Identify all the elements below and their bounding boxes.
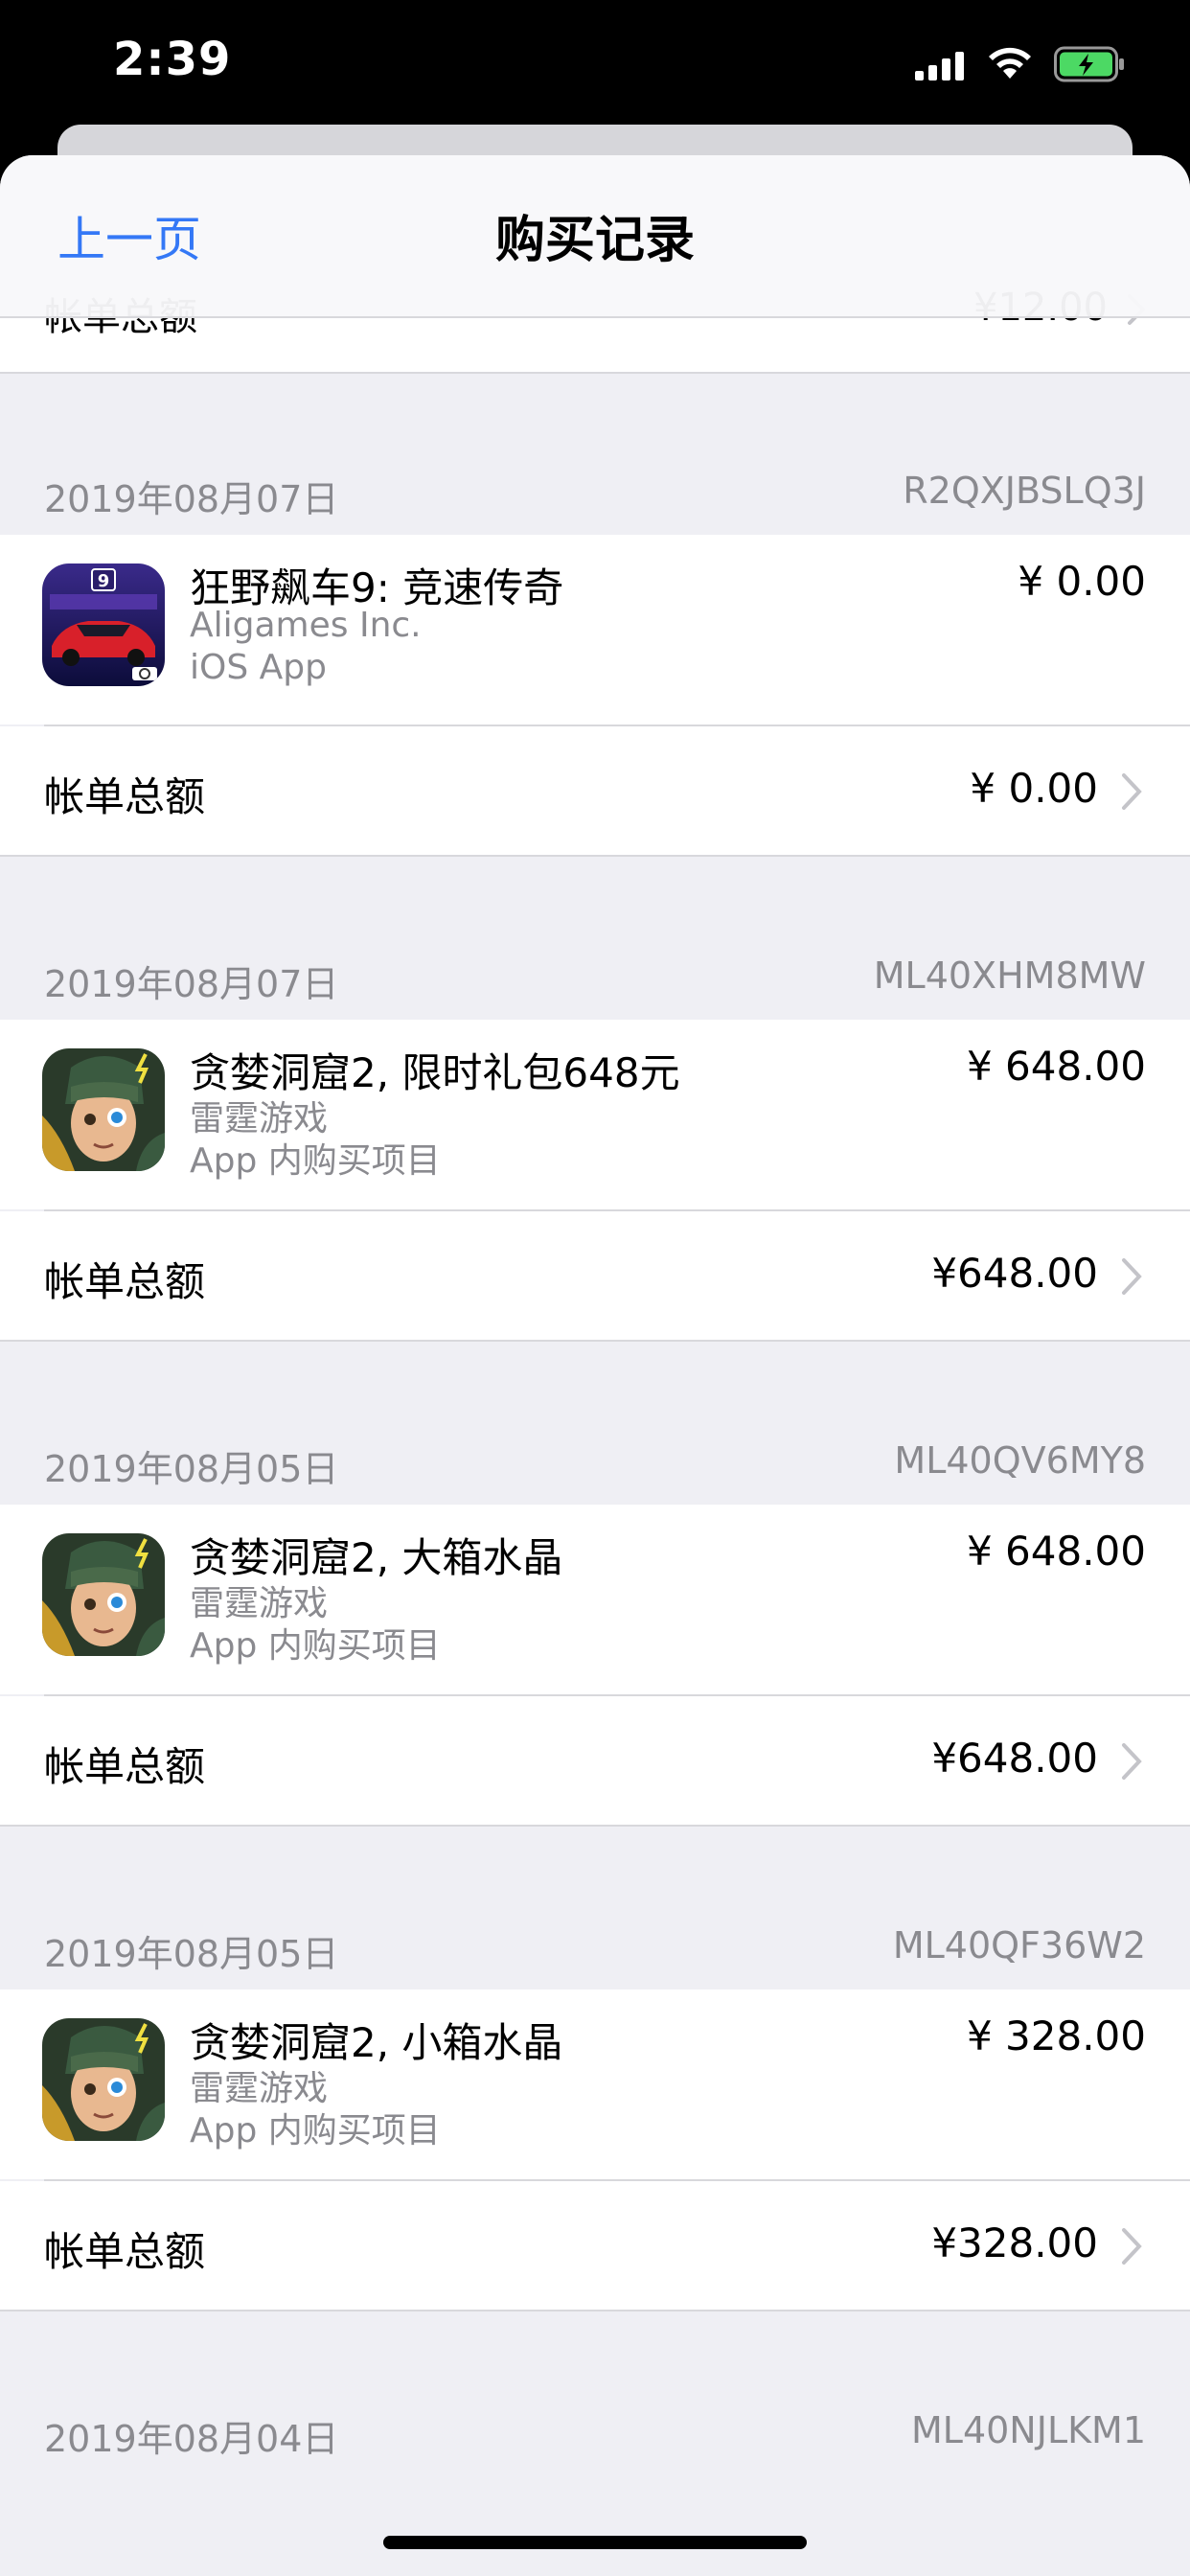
- item-developer: Aligames Inc.: [190, 606, 422, 645]
- bill-total-amount: ¥648.00: [931, 1735, 1098, 1782]
- purchase-item-row[interactable]: 贪婪洞窟2, 大箱水晶 雷霆游戏 App 内购买项目 ¥ 648.00: [0, 1505, 1190, 1694]
- bill-total-label: 帐单总额: [44, 2228, 206, 2275]
- purchase-date: 2019年08月04日: [44, 2418, 339, 2460]
- item-kind: App 内购买项目: [190, 2111, 441, 2150]
- page-title: 购买记录: [494, 212, 695, 269]
- status-bar: 2:39: [0, 0, 1190, 134]
- purchase-item-row[interactable]: 贪婪洞窟2, 小箱水晶 雷霆游戏 App 内购买项目 ¥ 328.00: [0, 1990, 1190, 2179]
- cave-hero-app-icon: [42, 1533, 165, 1656]
- bill-total-row[interactable]: 帐单总额 ¥648.00: [0, 1696, 1190, 1827]
- chevron-right-icon: [1122, 1743, 1142, 1780]
- purchase-history-sheet: 上一页 购买记录 帐单总额 ¥12.00 2019年08月07日 R2QXJBS…: [0, 155, 1190, 2576]
- purchase-date: 2019年08月07日: [44, 963, 339, 1005]
- wifi-icon: [989, 47, 1031, 79]
- navigation-bar: 上一页 购买记录: [0, 155, 1190, 318]
- status-time: 2:39: [113, 33, 232, 86]
- item-price: ¥ 648.00: [966, 1528, 1146, 1575]
- bill-total-label: 帐单总额: [44, 1743, 206, 1790]
- order-id: ML40XHM8MW: [873, 954, 1146, 997]
- bill-total-amount: ¥648.00: [931, 1250, 1098, 1297]
- section-header: 2019年08月04日 ML40NJLKM1: [0, 2313, 1190, 2474]
- bill-total-amount: ¥ 0.00: [970, 765, 1098, 812]
- order-id: ML40QV6MY8: [894, 1439, 1146, 1482]
- section-header: 2019年08月07日 R2QXJBSLQ3J: [0, 374, 1190, 537]
- section-header: 2019年08月07日 ML40XHM8MW: [0, 859, 1190, 1022]
- order-id: ML40QF36W2: [892, 1924, 1146, 1966]
- battery-charging-icon: [1054, 46, 1124, 82]
- purchase-item-row[interactable]: 9 狂野飙车9: 竞速传奇 Aligames Inc. iOS App ¥ 0.…: [0, 535, 1190, 724]
- item-price: ¥ 0.00: [1018, 558, 1146, 605]
- chevron-right-icon: [1122, 773, 1142, 810]
- home-indicator[interactable]: [383, 2536, 807, 2549]
- cave-hero-app-icon: [42, 2018, 165, 2141]
- racing-car-app-icon: 9: [42, 564, 165, 686]
- item-price: ¥ 648.00: [966, 1043, 1146, 1090]
- item-kind: iOS App: [190, 648, 327, 687]
- bill-total-row[interactable]: 帐单总额 ¥328.00: [0, 2181, 1190, 2312]
- bill-total-row[interactable]: 帐单总额 ¥648.00: [0, 1211, 1190, 1342]
- section-header: 2019年08月05日 ML40QV6MY8: [0, 1344, 1190, 1506]
- section-header: 2019年08月05日 ML40QF36W2: [0, 1828, 1190, 1991]
- bill-total-amount: ¥328.00: [931, 2220, 1098, 2266]
- order-id: R2QXJBSLQ3J: [903, 470, 1146, 512]
- purchase-date: 2019年08月07日: [44, 478, 339, 520]
- order-id: ML40NJLKM1: [911, 2409, 1146, 2451]
- bill-total-label: 帐单总额: [44, 1258, 206, 1305]
- purchase-date: 2019年08月05日: [44, 1448, 339, 1490]
- svg-text:9: 9: [98, 571, 110, 591]
- purchase-item-row[interactable]: 贪婪洞窟2, 限时礼包648元 雷霆游戏 App 内购买项目 ¥ 648.00: [0, 1020, 1190, 1209]
- chevron-right-icon: [1122, 2228, 1142, 2265]
- bill-total-label: 帐单总额: [44, 773, 206, 820]
- bill-total-row[interactable]: 帐单总额 ¥ 0.00: [0, 726, 1190, 857]
- item-kind: App 内购买项目: [190, 1141, 441, 1181]
- cellular-signal-icon: [915, 52, 964, 80]
- item-price: ¥ 328.00: [966, 2012, 1146, 2059]
- item-kind: App 内购买项目: [190, 1626, 441, 1666]
- purchase-date: 2019年08月05日: [44, 1933, 339, 1975]
- cave-hero-app-icon: [42, 1048, 165, 1171]
- chevron-right-icon: [1122, 1258, 1142, 1295]
